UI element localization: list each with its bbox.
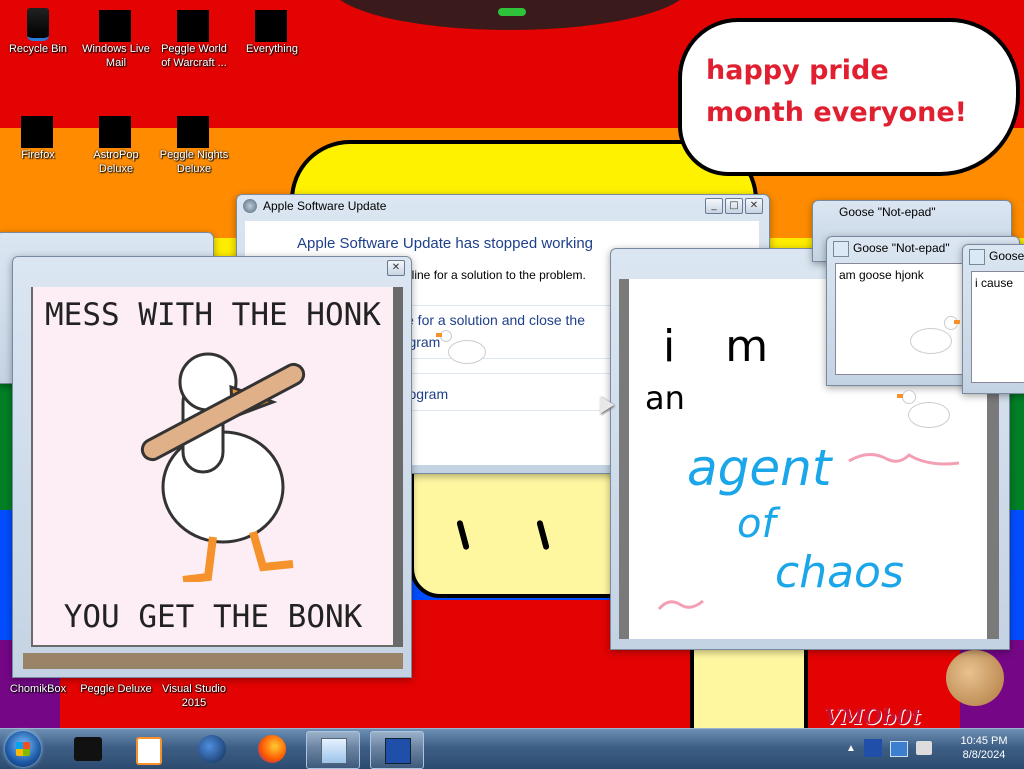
goose-illustration [140, 352, 306, 582]
goose-notepad-titlebar[interactable]: Goose "Not-epad" [813, 201, 1011, 223]
taskbar-notepad[interactable] [306, 731, 360, 769]
network-icon[interactable] [890, 741, 908, 757]
minimize-button[interactable]: _ [705, 198, 723, 214]
taskbar-firefox[interactable] [246, 731, 298, 767]
meme-image: MESS WITH THE HONK YOU GET THE BONK [33, 287, 393, 645]
desktop-icon-peggle-wow[interactable]: Peggle World of Warcraft ... [156, 6, 232, 70]
goose-sprite[interactable] [906, 316, 960, 356]
check-solution-label: e for a solution and close the [406, 312, 586, 328]
close-button[interactable]: ✕ [745, 198, 763, 214]
recycle-bin-icon [21, 6, 55, 41]
redacted-icon [21, 112, 55, 148]
signature-text: VMOb0t [824, 704, 921, 728]
redacted-icon [255, 6, 289, 42]
desktop-icon-peggle-deluxe[interactable]: Peggle Deluxe [78, 682, 154, 696]
goose-notepad-text: i cause [975, 276, 1014, 290]
apple-update-subtext: nline for a solution to the problem. [405, 268, 586, 282]
clock-date: 8/8/2024 [962, 749, 1006, 761]
tray-expand-icon[interactable]: ▲ [846, 743, 856, 754]
meme-image-frame: MESS WITH THE HONK YOU GET THE BONK [31, 287, 403, 647]
clock-time: 10:45 PM [960, 735, 1008, 747]
close-button[interactable]: ✕ [387, 260, 405, 276]
redacted-icon [99, 6, 133, 42]
taskbar-media-player[interactable] [122, 731, 174, 767]
goose-notepad-title: Goose [989, 249, 1024, 263]
redacted-icon [177, 6, 211, 42]
apple-update-heading: Apple Software Update has stopped workin… [297, 235, 594, 252]
mouse-cursor-icon [600, 396, 614, 414]
system-tray: ▲ [846, 735, 942, 763]
apple-update-icon [243, 199, 257, 213]
meme-window[interactable]: ✕ MESS WITH THE HONK YOU GET THE BONK [12, 256, 412, 678]
redacted-icon [177, 112, 211, 148]
start-button[interactable] [5, 731, 41, 767]
taskbar-clock[interactable]: 10:45 PM 8/8/2024 [954, 734, 1014, 762]
windows-logo-icon [16, 742, 30, 756]
black-box-icon [74, 737, 102, 761]
desktop-icon-peggle-nights[interactable]: Peggle Nights Deluxe [156, 112, 232, 176]
taskbar: ▲ 10:45 PM 8/8/2024 [0, 728, 1024, 769]
speech-bubble: happy pride month everyone! [678, 18, 1020, 176]
taskbar-black-box[interactable] [62, 731, 114, 767]
hamster-image [946, 650, 1004, 706]
maximize-button[interactable]: □ [725, 198, 743, 214]
desktop-icon-firefox[interactable]: Firefox [0, 112, 76, 162]
globe-icon [198, 735, 226, 763]
desktop-icon-windows-live-mail[interactable]: Windows Live Mail [78, 6, 154, 70]
notepad-icon [833, 241, 849, 257]
goose-notepad-title: Goose "Not-epad" [853, 241, 950, 255]
tray-app-icon[interactable] [864, 739, 882, 757]
desktop-icon-astropop[interactable]: AstroPop Deluxe [78, 112, 154, 176]
goose-notepad-textarea[interactable]: i cause [971, 271, 1024, 383]
cartoon-leg [690, 640, 808, 728]
firefox-icon [258, 735, 286, 763]
update-icon [385, 738, 411, 764]
meme-titlebar[interactable]: ✕ [13, 257, 411, 279]
desktop-icon-visual-studio[interactable]: Visual Studio 2015 [156, 682, 232, 710]
goose-notepad-titlebar[interactable]: Goose [963, 245, 1024, 267]
goose-sprite[interactable] [897, 390, 952, 430]
desktop-icon-recycle-bin[interactable]: Recycle Bin [0, 6, 76, 56]
media-player-icon [136, 737, 162, 765]
goose-sprite[interactable] [436, 330, 486, 368]
goose-notepad-window-front[interactable]: Goose i cause [962, 244, 1024, 394]
notepad-icon [321, 738, 347, 764]
taskbar-globe[interactable] [186, 731, 238, 767]
meme-window-bottom-strip [23, 653, 403, 669]
apple-update-title: Apple Software Update [263, 199, 387, 213]
redacted-icon [99, 112, 133, 148]
notepad-icon [969, 249, 985, 265]
cartoon-face [410, 470, 638, 598]
desktop-icon-everything[interactable]: Everything [234, 6, 310, 56]
green-dots [498, 8, 526, 16]
goose-notepad-title: Goose "Not-epad" [839, 205, 936, 219]
meme-bottom-text: YOU GET THE BONK [63, 599, 363, 635]
speech-bubble-text: happy pride month everyone! [706, 55, 967, 128]
meme-top-text: MESS WITH THE HONK [45, 297, 381, 333]
desktop-icon-chomikbox[interactable]: ChomikBox [0, 682, 76, 696]
apple-update-titlebar[interactable]: Apple Software Update _ □ ✕ [237, 195, 769, 217]
goose-notepad-text: am goose hjonk [839, 268, 924, 282]
taskbar-software-update[interactable] [370, 731, 424, 769]
volume-icon[interactable] [916, 741, 932, 755]
